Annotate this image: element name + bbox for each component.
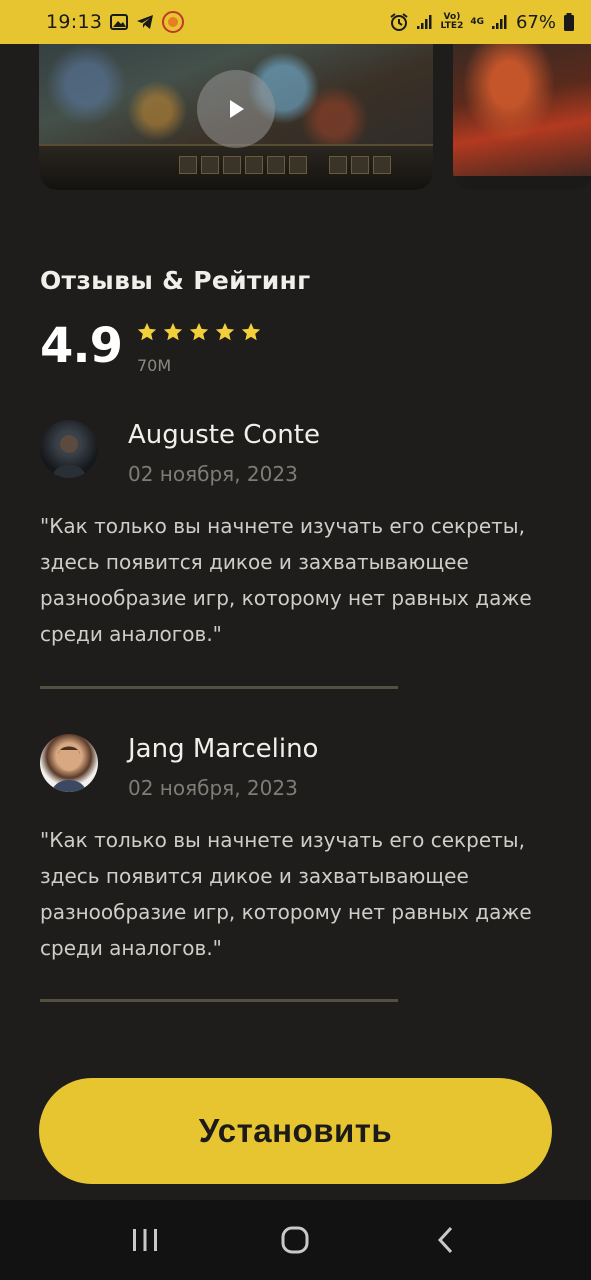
star-icon bbox=[241, 322, 261, 341]
back-button[interactable] bbox=[416, 1210, 476, 1270]
rating-stars bbox=[136, 321, 262, 343]
image-icon bbox=[110, 14, 129, 30]
status-bar: 19:13 Vo) LTE2 4G 67% bbox=[0, 0, 591, 44]
alarm-icon bbox=[389, 12, 409, 32]
reviews-section-title: Отзывы & Рейтинг bbox=[40, 266, 311, 295]
home-icon bbox=[281, 1226, 309, 1254]
battery-percent: 67% bbox=[515, 11, 556, 33]
review-card: Auguste Conte 02 ноября, 2023 "Как тольк… bbox=[40, 420, 560, 660]
recent-apps-icon bbox=[133, 1229, 158, 1251]
review-text: "Как только вы начнете изучать его секре… bbox=[40, 828, 532, 960]
signal-icon bbox=[416, 14, 434, 30]
install-button[interactable]: Установить bbox=[39, 1078, 552, 1184]
avatar bbox=[40, 734, 98, 792]
battery-icon bbox=[563, 13, 575, 31]
game-hud-image bbox=[39, 144, 433, 190]
star-icon bbox=[137, 322, 157, 341]
system-nav-bar bbox=[0, 1200, 591, 1280]
status-left: 19:13 bbox=[46, 11, 185, 33]
home-button[interactable] bbox=[265, 1210, 325, 1270]
screenshots-carousel[interactable] bbox=[39, 44, 591, 190]
game-hud-image bbox=[453, 176, 591, 190]
star-icon bbox=[215, 322, 235, 341]
play-icon bbox=[230, 100, 244, 118]
screenshot-2[interactable] bbox=[453, 44, 591, 190]
review-text: "Как только вы начнете изучать его секре… bbox=[40, 514, 532, 646]
network-label-bottom: LTE2 bbox=[440, 21, 464, 31]
star-icon bbox=[163, 322, 183, 341]
divider bbox=[40, 999, 398, 1002]
status-time: 19:13 bbox=[46, 11, 103, 33]
telegram-icon bbox=[136, 14, 154, 30]
app-notification-icon bbox=[162, 11, 185, 33]
rating-value: 4.9 bbox=[40, 318, 123, 374]
network-type: 4G bbox=[470, 16, 484, 27]
reviewer-name: Jang Marcelino bbox=[128, 734, 319, 764]
reviewer-name: Auguste Conte bbox=[128, 420, 320, 450]
review-card: Jang Marcelino 02 ноября, 2023 "Как толь… bbox=[40, 734, 560, 974]
status-right: Vo) LTE2 4G 67% bbox=[389, 12, 575, 33]
review-date: 02 ноября, 2023 bbox=[128, 776, 298, 800]
review-date: 02 ноября, 2023 bbox=[128, 462, 298, 486]
rating-count: 70M bbox=[137, 356, 172, 375]
signal-icon bbox=[491, 14, 509, 30]
play-button[interactable] bbox=[197, 70, 275, 148]
back-icon bbox=[437, 1226, 452, 1254]
divider bbox=[40, 686, 398, 689]
network-label: Vo) LTE2 bbox=[441, 13, 464, 31]
star-icon bbox=[189, 322, 209, 341]
avatar bbox=[40, 420, 98, 478]
recent-apps-button[interactable] bbox=[115, 1210, 175, 1270]
